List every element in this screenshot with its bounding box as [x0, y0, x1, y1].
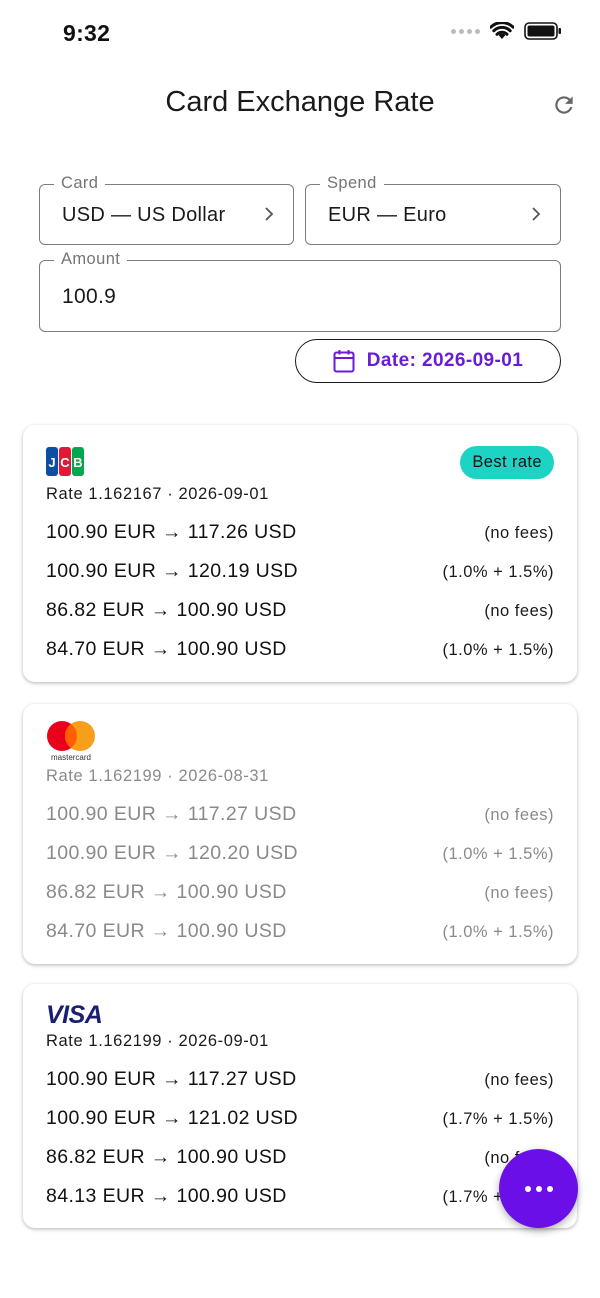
status-time: 9:32 — [63, 20, 111, 46]
svg-text:B: B — [73, 455, 82, 470]
rate-card-jcb[interactable]: J C B Best rate Rate 1.162167 · 2026-09-… — [23, 425, 577, 682]
rate-card-mastercard[interactable]: mastercard Rate 1.162199 · 2026-08-31 10… — [23, 704, 577, 964]
fee-text: (no fees) — [484, 602, 554, 620]
visa-logo-icon: VISA — [46, 1002, 103, 1026]
fee-text: (1.0% + 1.5%) — [442, 563, 554, 581]
fee-text: (1.0% + 1.5%) — [442, 641, 554, 659]
amount-field-label: Amount — [54, 250, 128, 269]
conversion-text: 86.82 EUR → 100.90 USD — [46, 881, 287, 903]
mastercard-logo-icon: mastercard — [47, 721, 95, 762]
signal-icon — [451, 28, 480, 34]
more-icon — [524, 1185, 531, 1192]
spend-field-label: Spend — [320, 174, 384, 193]
rate-line: Rate 1.162167 · 2026-09-01 — [46, 485, 269, 503]
card-field-value: USD — US Dollar — [62, 204, 226, 226]
conversion-row: 86.82 EUR → 100.90 USD (no fees) — [46, 881, 554, 904]
conversion-text: 100.90 EUR → 117.27 USD — [46, 803, 297, 825]
conversion-text: 100.90 EUR → 117.27 USD — [46, 1068, 297, 1090]
conversion-row: 100.90 EUR → 120.19 USD (1.0% + 1.5%) — [46, 560, 554, 583]
date-button-label: Date: 2026-09-01 — [366, 350, 524, 371]
best-rate-badge: Best rate — [460, 446, 554, 479]
fee-text: (1.7% + 1.5%) — [442, 1110, 554, 1128]
spend-currency-field[interactable]: Spend EUR — Euro — [305, 174, 561, 245]
conversion-text: 84.13 EUR → 100.90 USD — [46, 1185, 287, 1207]
date-button[interactable]: Date: 2026-09-01 — [295, 339, 561, 383]
svg-text:C: C — [60, 455, 70, 470]
conversion-row: 100.90 EUR → 120.20 USD (1.0% + 1.5%) — [46, 842, 554, 865]
refresh-icon — [555, 96, 573, 114]
conversion-row: 84.13 EUR → 100.90 USD (1.7% + 1.5%) — [46, 1185, 554, 1208]
status-icons — [451, 22, 562, 40]
conversion-row: 100.90 EUR → 117.27 USD (no fees) — [46, 803, 554, 826]
wifi-icon — [490, 22, 514, 39]
conversion-text: 84.70 EUR → 100.90 USD — [46, 920, 287, 942]
refresh-button[interactable] — [548, 89, 580, 121]
conversion-text: 100.90 EUR → 120.19 USD — [46, 560, 298, 582]
conversion-text: 100.90 EUR → 120.20 USD — [46, 842, 298, 864]
amount-field[interactable]: Amount 100.9 — [39, 250, 561, 332]
fee-text: (1.0% + 1.5%) — [442, 845, 554, 863]
chevron-right-icon — [532, 207, 541, 221]
more-options-button[interactable] — [499, 1149, 578, 1228]
svg-text:J: J — [48, 455, 55, 470]
battery-icon — [524, 22, 561, 40]
fee-text: (no fees) — [484, 1071, 554, 1089]
conversion-text: 84.70 EUR → 100.90 USD — [46, 638, 287, 660]
conversion-row: 84.70 EUR → 100.90 USD (1.0% + 1.5%) — [46, 638, 554, 661]
conversion-row: 86.82 EUR → 100.90 USD (no fees) — [46, 1146, 554, 1169]
spend-field-value: EUR — Euro — [328, 204, 447, 226]
conversion-text: 100.90 EUR → 117.26 USD — [46, 521, 297, 543]
conversion-row: 86.82 EUR → 100.90 USD (no fees) — [46, 599, 554, 622]
conversion-text: 86.82 EUR → 100.90 USD — [46, 599, 287, 621]
chevron-right-icon — [265, 207, 274, 221]
fee-text: (no fees) — [484, 524, 554, 542]
svg-text:VISA: VISA — [46, 1002, 102, 1026]
amount-field-value[interactable]: 100.9 — [62, 285, 116, 309]
svg-text:mastercard: mastercard — [51, 753, 91, 762]
conversion-row: 100.90 EUR → 117.26 USD (no fees) — [46, 521, 554, 544]
rate-line: Rate 1.162199 · 2026-08-31 — [46, 767, 269, 785]
rate-line: Rate 1.162199 · 2026-09-01 — [46, 1032, 269, 1050]
rate-card-visa[interactable]: VISA Rate 1.162199 · 2026-09-01 100.90 E… — [23, 984, 577, 1228]
fee-text: (no fees) — [484, 884, 554, 902]
card-field-label: Card — [54, 174, 106, 193]
jcb-logo-icon: J C B — [46, 447, 84, 476]
fee-text: (no fees) — [484, 806, 554, 824]
conversion-text: 86.82 EUR → 100.90 USD — [46, 1146, 287, 1168]
page-title: Card Exchange Rate — [165, 86, 435, 118]
fee-text: (1.0% + 1.5%) — [442, 923, 554, 941]
conversion-row: 100.90 EUR → 121.02 USD (1.7% + 1.5%) — [46, 1107, 554, 1130]
conversion-text: 100.90 EUR → 121.02 USD — [46, 1107, 298, 1129]
card-currency-field[interactable]: Card USD — US Dollar — [39, 174, 294, 245]
calendar-icon — [333, 350, 355, 373]
conversion-row: 84.70 EUR → 100.90 USD (1.0% + 1.5%) — [46, 920, 554, 943]
conversion-row: 100.90 EUR → 117.27 USD (no fees) — [46, 1068, 554, 1091]
